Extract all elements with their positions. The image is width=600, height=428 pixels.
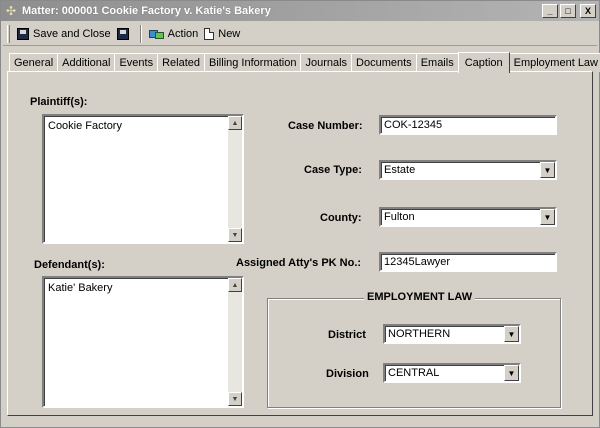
- tab-related[interactable]: Related: [157, 53, 206, 72]
- atty-pk-label: Assigned Atty's PK No.:: [236, 257, 362, 269]
- chevron-down-icon[interactable]: ▼: [504, 365, 519, 381]
- chevron-down-icon[interactable]: ▼: [540, 162, 555, 178]
- tab-journals[interactable]: Journals: [300, 53, 353, 72]
- save-button[interactable]: [114, 24, 136, 44]
- app-icon: ✣: [5, 4, 17, 18]
- county-value: Fulton: [384, 211, 415, 223]
- window-title: Matter: 000001 Cookie Factory v. Katie's…: [22, 5, 271, 17]
- new-button[interactable]: New: [201, 24, 243, 44]
- district-value: NORTHERN: [388, 328, 451, 340]
- scroll-up-icon[interactable]: ▲: [228, 116, 242, 130]
- floppy-disk-icon: [116, 27, 129, 40]
- district-label: District: [328, 329, 366, 341]
- defendants-label: Defendant(s):: [34, 259, 105, 271]
- tab-events[interactable]: Events: [114, 53, 159, 72]
- scroll-down-icon[interactable]: ▼: [228, 228, 242, 242]
- employment-law-group: EMPLOYMENT LAW District NORTHERN ▼ Divis…: [267, 291, 561, 408]
- case-type-value: Estate: [384, 164, 416, 176]
- save-and-close-label: Save and Close: [33, 27, 111, 40]
- scroll-down-icon[interactable]: ▼: [228, 392, 242, 406]
- chevron-down-icon[interactable]: ▼: [504, 326, 519, 342]
- action-label: Action: [167, 27, 199, 40]
- county-label: County:: [320, 212, 362, 224]
- district-select[interactable]: NORTHERN ▼: [383, 324, 521, 344]
- plaintiffs-scrollbar[interactable]: ▲ ▼: [228, 116, 242, 242]
- minimize-button[interactable]: _: [542, 4, 558, 18]
- title-bar[interactable]: ✣ Matter: 000001 Cookie Factory v. Katie…: [1, 1, 599, 21]
- toolbar: Save and Close Action New: [3, 22, 597, 46]
- plaintiffs-label: Plaintiff(s):: [30, 96, 88, 108]
- division-value: CENTRAL: [388, 367, 440, 379]
- action-icon: [148, 28, 165, 40]
- county-select[interactable]: Fulton ▼: [379, 207, 557, 227]
- floppy-disk-icon: [17, 27, 29, 40]
- tab-caption[interactable]: Caption: [457, 52, 510, 73]
- tab-strip: General Additional Events Related Billin…: [9, 52, 600, 73]
- division-select[interactable]: CENTRAL ▼: [383, 363, 521, 383]
- save-and-close-button[interactable]: Save and Close: [14, 24, 114, 44]
- tab-documents[interactable]: Documents: [351, 53, 417, 72]
- tab-emails[interactable]: Emails: [415, 53, 459, 72]
- new-label: New: [218, 27, 241, 40]
- defendants-list[interactable]: Katie' Bakery ▲ ▼: [42, 276, 244, 408]
- action-button[interactable]: Action: [146, 24, 202, 44]
- toolbar-separator: [139, 24, 142, 43]
- maximize-button[interactable]: □: [560, 4, 576, 18]
- chevron-down-icon[interactable]: ▼: [540, 209, 555, 225]
- window-controls: _ □ X: [542, 4, 596, 18]
- plaintiffs-list[interactable]: Cookie Factory ▲ ▼: [42, 114, 244, 244]
- list-item[interactable]: Cookie Factory: [48, 120, 122, 132]
- division-label: Division: [326, 368, 369, 380]
- scroll-up-icon[interactable]: ▲: [228, 278, 242, 292]
- matter-window: ✣ Matter: 000001 Cookie Factory v. Katie…: [0, 0, 600, 428]
- atty-pk-field[interactable]: 12345Lawyer: [379, 252, 557, 272]
- case-type-label: Case Type:: [304, 164, 362, 176]
- employment-law-title: EMPLOYMENT LAW: [364, 291, 476, 303]
- tab-employment-law[interactable]: Employment Law: [508, 53, 600, 72]
- tab-general[interactable]: General: [9, 53, 59, 72]
- caption-panel: Plaintiff(s): Cookie Factory ▲ ▼ Defenda…: [7, 71, 593, 416]
- toolbar-grip[interactable]: [7, 24, 10, 43]
- defendants-scrollbar[interactable]: ▲ ▼: [228, 278, 242, 406]
- tab-additional[interactable]: Additional: [57, 53, 116, 72]
- tab-billing-information[interactable]: Billing Information: [204, 53, 302, 72]
- new-document-icon: [204, 27, 215, 40]
- case-number-field[interactable]: COK-12345: [379, 115, 557, 135]
- close-button[interactable]: X: [580, 4, 596, 18]
- list-item[interactable]: Katie' Bakery: [48, 282, 112, 294]
- case-type-select[interactable]: Estate ▼: [379, 160, 557, 180]
- case-number-label: Case Number:: [288, 120, 363, 132]
